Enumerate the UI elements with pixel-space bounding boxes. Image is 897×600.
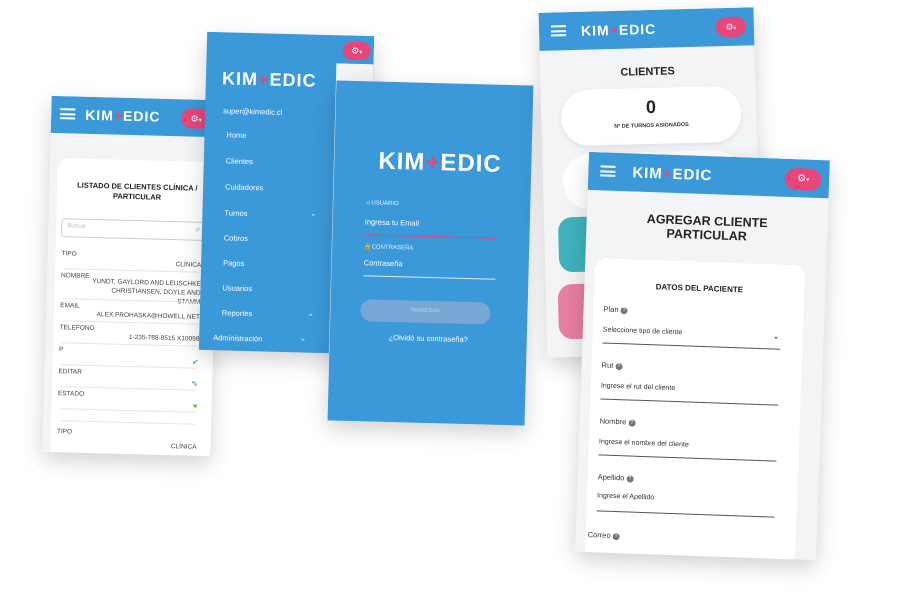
top-bar: KIM+EDIC ⚙▾ — [50, 95, 220, 138]
turns-card: 0 Nº DE TURNOS ASIGNADOS — [560, 85, 742, 147]
settings-button[interactable]: ⚙▾ — [342, 41, 371, 61]
brand-logo: KIM+EDIC — [580, 20, 657, 39]
help-icon: ? — [615, 362, 623, 370]
menu-item-usuarios[interactable]: Usuarios — [222, 283, 252, 293]
menu-item-cuidadores[interactable]: Cuidadores — [225, 182, 264, 192]
chevron-down-icon: ⌄ — [300, 335, 307, 343]
gear-icon: ⚙ — [351, 45, 360, 56]
search-input[interactable]: Buscar ⌕ — [60, 218, 207, 241]
divider — [59, 408, 196, 413]
status-icon[interactable]: ♥ — [193, 402, 198, 411]
row-label-tipo: TIPO — [61, 250, 77, 258]
menu-icon[interactable] — [60, 108, 76, 120]
chevron-down-icon: ⌄ — [772, 331, 780, 341]
menu-item-cobros[interactable]: Cobros — [224, 233, 248, 243]
menu-item-clientes[interactable]: Clientes — [226, 156, 253, 166]
password-field[interactable]: Contraseña — [364, 258, 403, 268]
plan-underline — [602, 342, 781, 350]
brand-logo: KIM+EDIC — [221, 68, 317, 91]
forgot-password-link[interactable]: ¿Olvidó su contraseña? — [330, 331, 527, 345]
divider — [59, 420, 196, 425]
turns-label: Nº DE TURNOS ASIGNADOS — [614, 121, 689, 130]
email-field[interactable]: Ingresa tu Email — [365, 217, 419, 227]
turns-count: 0 — [645, 96, 657, 118]
edit-icon[interactable]: ✎ — [191, 380, 198, 389]
help-icon: ? — [626, 474, 634, 483]
apellido-label: Apellido? — [597, 472, 634, 483]
help-icon: ? — [628, 418, 636, 427]
password-underline — [363, 275, 496, 280]
top-bar: KIM+EDIC ⚙▾ — [587, 151, 830, 199]
nombre-label: Nombre? — [599, 416, 636, 427]
rut-underline — [600, 398, 779, 406]
row-label-estado: ESTADO — [57, 390, 85, 398]
search-icon: ⌕ — [195, 224, 201, 234]
row-value-telefono: 1-235-788-8515 X10098 — [128, 333, 200, 343]
apellido-underline — [596, 510, 775, 518]
row-label-editar: EDITAR — [58, 368, 82, 376]
check-icon: ✔ — [191, 357, 199, 367]
menu-item-administracion[interactable]: Administración — [213, 333, 262, 343]
menu-item-pagos[interactable]: Pagos — [223, 258, 245, 268]
row-label-telefono: TELEFONO — [59, 324, 95, 333]
chevron-down-icon: ⌄ — [310, 210, 317, 218]
row-value-email: ALEX.PROHASKA@HOWELL.NET — [96, 311, 201, 321]
nombre-input[interactable]: Ingrese el nombre del cliente — [599, 438, 689, 448]
settings-button[interactable]: ⚙▾ — [784, 167, 822, 192]
login-screen: KIM+EDIC ☺USUARIO Ingresa tu Email 🔒CONT… — [327, 80, 534, 426]
help-icon: ? — [612, 532, 620, 540]
menu-icon[interactable] — [550, 25, 567, 37]
page-title: AGREGAR CLIENTE PARTICULAR — [646, 211, 768, 244]
divider — [61, 342, 198, 347]
gear-icon: ⚙ — [797, 173, 807, 185]
plan-select[interactable]: Seleccione tipo de cliente — [603, 327, 683, 337]
email-underline — [364, 234, 497, 239]
brand-logo: KIM+EDIC — [632, 164, 713, 185]
section-title: DATOS DEL PACIENTE — [655, 282, 744, 295]
help-icon: ? — [620, 306, 628, 314]
menu-item-reportes[interactable]: Reportes — [222, 308, 253, 318]
page-title: CLIENTES — [620, 65, 675, 79]
gear-icon: ⚙ — [725, 21, 734, 32]
settings-button[interactable]: ⚙▾ — [715, 16, 747, 38]
brand-logo: KIM+EDIC — [84, 106, 161, 125]
row-label-nombre: NOMBRE — [60, 272, 90, 280]
brand-logo: KIM+EDIC — [378, 147, 503, 178]
apellido-input[interactable]: Ingrese el Apellido — [597, 492, 654, 501]
list-title: LISTADO DE CLIENTES CLÍNICA / PARTICULAR — [77, 180, 198, 202]
login-button[interactable]: INGRESAR — [360, 299, 491, 325]
row-value-tipo-next: CLÍNICA — [170, 443, 197, 451]
client-list-screen: KIM+EDIC ⚙▾ LISTADO DE CLIENTES CLÍNICA … — [42, 95, 220, 457]
patient-card: DATOS DEL PACIENTE Plan? Seleccione tipo… — [584, 258, 806, 561]
nombre-underline — [598, 454, 777, 462]
top-bar: KIM+EDIC ⚙▾ — [538, 7, 755, 51]
chevron-down-icon: ⌄ — [307, 310, 314, 318]
password-label: 🔒CONTRASEÑA — [364, 244, 414, 252]
row-value-tipo: CLÍNICA — [175, 261, 202, 269]
rut-label: Rut? — [601, 360, 623, 370]
user-email: super@kimedic.cl — [223, 106, 283, 117]
list-card: LISTADO DE CLIENTES CLÍNICA / PARTICULAR… — [50, 158, 219, 457]
menu-item-home[interactable]: Home — [226, 130, 246, 140]
row-label-tipo-next: TIPO — [56, 428, 73, 436]
menu-item-turnos[interactable]: Turnos — [224, 208, 247, 218]
correo-label: Correo? — [587, 530, 620, 540]
rut-input[interactable]: Ingrese el rut del cliente — [601, 382, 676, 392]
user-label: ☺USUARIO — [365, 200, 399, 208]
row-label-email: EMAIL — [60, 302, 80, 310]
row-label-p: P — [58, 346, 64, 354]
gear-icon: ⚙ — [190, 113, 199, 124]
plan-label: Plan? — [603, 304, 628, 315]
menu-icon[interactable] — [600, 165, 616, 177]
add-client-screen: KIM+EDIC ⚙▾ AGREGAR CLIENTE PARTICULAR D… — [575, 151, 830, 561]
